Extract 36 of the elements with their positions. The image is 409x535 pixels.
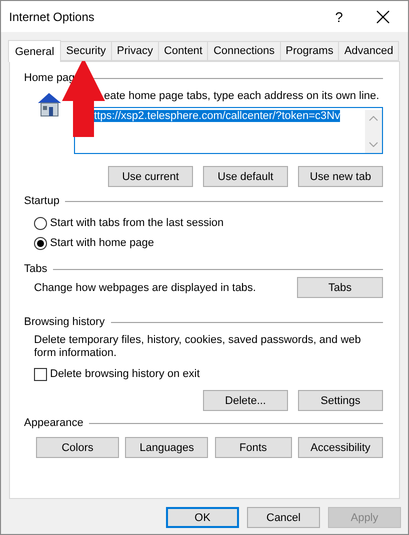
button[interactable]: OK <box>166 507 239 528</box>
group-label: Startup <box>24 195 60 207</box>
button[interactable]: Accessibility <box>298 437 383 458</box>
tab[interactable]: Security <box>60 41 112 61</box>
tab[interactable]: Privacy <box>110 41 159 61</box>
instruction-text: eate home page tabs, type each address on its own line. <box>103 90 380 102</box>
button[interactable]: Fonts <box>214 437 292 458</box>
button: Apply <box>328 507 401 528</box>
tabs-button[interactable]: Tabs <box>297 277 383 298</box>
tab[interactable]: Content <box>158 41 208 61</box>
button[interactable]: Cancel <box>247 507 320 528</box>
window-title: Internet Options <box>9 10 96 24</box>
radio-label: Start with home page <box>50 237 154 249</box>
button[interactable]: Delete... <box>203 390 288 411</box>
button[interactable]: Colors <box>36 437 119 458</box>
radio-button[interactable] <box>34 236 47 250</box>
tab[interactable]: Programs <box>280 41 340 61</box>
close-icon[interactable] <box>376 10 390 24</box>
button[interactable]: Settings <box>298 390 383 411</box>
checkbox-label: Delete browsing history on exit <box>50 368 200 380</box>
button[interactable]: Use default <box>203 166 288 187</box>
radio-label: Start with tabs from the last session <box>50 217 224 229</box>
button[interactable]: Languages <box>125 437 208 458</box>
tab[interactable]: Connections <box>207 41 281 61</box>
help-button[interactable]: ? <box>316 8 362 24</box>
tabs-description: Change how webpages are displayed in tabs. <box>33 282 256 294</box>
button[interactable]: Use current <box>108 166 193 187</box>
group-label: Browsing history <box>24 316 105 328</box>
checkbox[interactable] <box>34 368 47 380</box>
tab[interactable]: Advanced <box>338 41 400 61</box>
history-description: Delete temporary files, history, cookies, saved passwords, and web form information. <box>33 334 362 360</box>
button[interactable]: Use new tab <box>298 166 383 187</box>
tab[interactable]: General <box>8 40 62 62</box>
group-label: Appearance <box>24 417 84 429</box>
group-label: Tabs <box>24 263 48 275</box>
radio-button[interactable] <box>34 216 47 230</box>
